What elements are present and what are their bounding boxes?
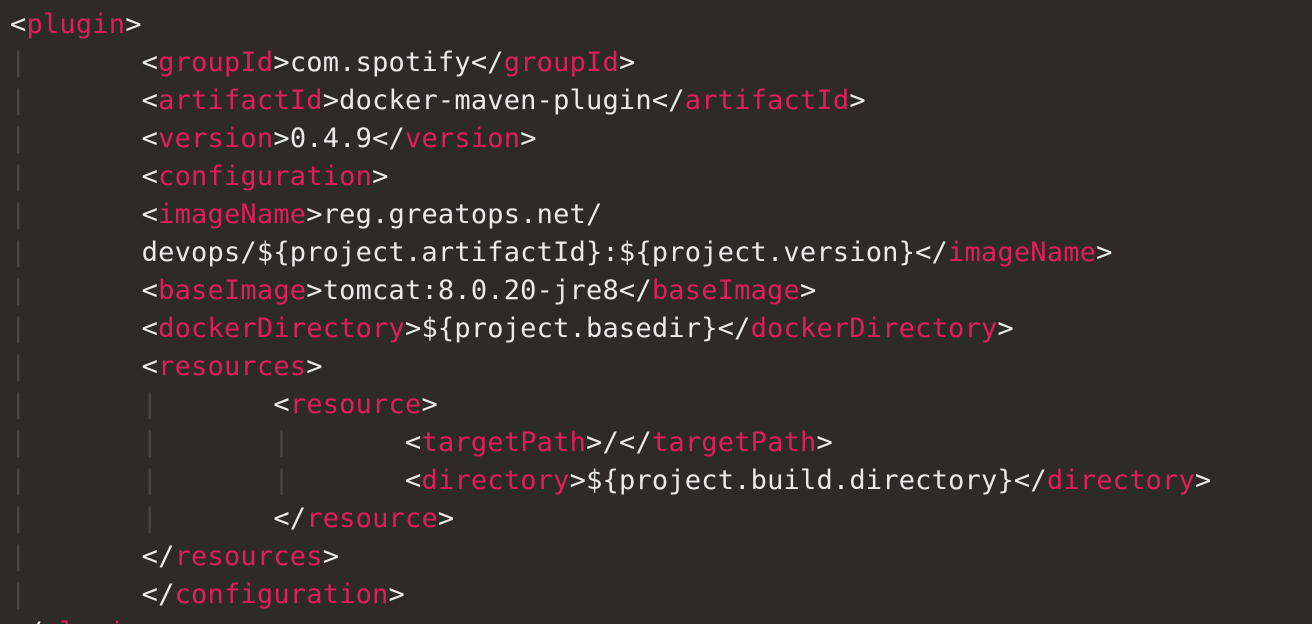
- code-block: <plugin> | <groupId>com.spotify</groupId…: [0, 0, 1312, 624]
- code-segment: >: [405, 313, 421, 344]
- code-line: | </configuration>: [10, 579, 405, 610]
- code-line: | | | <directory>${project.build.directo…: [10, 465, 1211, 496]
- code-line: | <version>0.4.9</version>: [10, 123, 537, 154]
- code-segment: >: [619, 47, 635, 78]
- code-segment: resource: [290, 389, 422, 420]
- code-segment: >: [142, 617, 158, 624]
- code-segment: >: [273, 47, 289, 78]
- code-segment: version: [158, 123, 273, 154]
- code-segment: imageName: [948, 237, 1096, 268]
- code-line: | <groupId>com.spotify</groupId>: [10, 47, 635, 78]
- code-segment: directory: [1047, 465, 1195, 496]
- code-segment: resources: [175, 541, 323, 572]
- code-segment: </: [142, 541, 175, 572]
- code-segment: plugin: [26, 9, 125, 40]
- code-segment: </: [142, 579, 175, 610]
- code-segment: 0.4.9: [290, 123, 372, 154]
- code-segment: dockerDirectory: [158, 313, 405, 344]
- code-segment: configuration: [158, 161, 372, 192]
- code-segment: <: [273, 389, 289, 420]
- code-segment: >: [323, 541, 339, 572]
- code-segment: >: [421, 389, 437, 420]
- code-segment: docker-maven-plugin: [339, 85, 652, 116]
- code-segment: </: [10, 617, 43, 624]
- code-segment: resource: [306, 503, 438, 534]
- code-segment: reg.greatops.net/: [323, 199, 603, 230]
- code-line: </plugin>: [10, 617, 158, 624]
- code-segment: >: [372, 161, 388, 192]
- code-line: | devops/${project.artifactId}:${project…: [10, 237, 1113, 268]
- code-line: <plugin>: [10, 9, 142, 40]
- code-segment: >: [1195, 465, 1211, 496]
- code-segment: <: [142, 47, 158, 78]
- code-segment: ${project.build.directory}: [586, 465, 1014, 496]
- code-segment: <: [142, 275, 158, 306]
- code-segment: dockerDirectory: [751, 313, 998, 344]
- code-segment: </: [718, 313, 751, 344]
- code-line: | </resources>: [10, 541, 339, 572]
- code-segment: plugin: [43, 617, 142, 624]
- code-segment: <: [142, 313, 158, 344]
- code-segment: <: [142, 199, 158, 230]
- code-segment: <: [142, 85, 158, 116]
- code-segment: devops/${project.artifactId}:${project.v…: [142, 237, 915, 268]
- code-segment: targetPath: [421, 427, 586, 458]
- code-line: | | | <targetPath>/</targetPath>: [10, 427, 833, 458]
- code-segment: >: [273, 123, 289, 154]
- code-line: | <resources>: [10, 351, 323, 382]
- code-segment: </: [1014, 465, 1047, 496]
- code-segment: >: [816, 427, 832, 458]
- code-segment: tomcat:8.0.20-jre8: [323, 275, 619, 306]
- code-segment: >: [1096, 237, 1112, 268]
- code-segment: <: [142, 351, 158, 382]
- code-segment: </: [471, 47, 504, 78]
- code-segment: >: [438, 503, 454, 534]
- code-segment: >: [389, 579, 405, 610]
- code-segment: >: [125, 9, 141, 40]
- code-line: | | </resource>: [10, 503, 454, 534]
- code-segment: baseImage: [158, 275, 306, 306]
- code-line: | | <resource>: [10, 389, 438, 420]
- code-segment: >: [306, 351, 322, 382]
- code-segment: <: [10, 9, 26, 40]
- code-segment: </: [652, 85, 685, 116]
- code-segment: directory: [421, 465, 569, 496]
- code-segment: </: [915, 237, 948, 268]
- code-line: | <artifactId>docker-maven-plugin</artif…: [10, 85, 866, 116]
- code-line: | <baseImage>tomcat:8.0.20-jre8</baseIma…: [10, 275, 816, 306]
- code-segment: ${project.basedir}: [421, 313, 717, 344]
- code-segment: artifactId: [158, 85, 323, 116]
- code-segment: baseImage: [652, 275, 800, 306]
- code-segment: targetPath: [652, 427, 817, 458]
- code-segment: </: [372, 123, 405, 154]
- code-segment: >: [570, 465, 586, 496]
- code-segment: >: [997, 313, 1013, 344]
- code-segment: <: [142, 161, 158, 192]
- code-segment: com.spotify: [290, 47, 471, 78]
- code-segment: artifactId: [685, 85, 850, 116]
- code-segment: >: [800, 275, 816, 306]
- code-line: | <imageName>reg.greatops.net/: [10, 199, 602, 230]
- code-segment: version: [405, 123, 520, 154]
- code-segment: /: [603, 427, 619, 458]
- code-segment: </: [619, 275, 652, 306]
- code-segment: >: [306, 199, 322, 230]
- code-segment: resources: [158, 351, 306, 382]
- code-segment: <: [405, 465, 421, 496]
- code-segment: groupId: [158, 47, 273, 78]
- code-segment: </: [619, 427, 652, 458]
- code-segment: </: [273, 503, 306, 534]
- code-segment: >: [586, 427, 602, 458]
- code-segment: imageName: [158, 199, 306, 230]
- code-segment: <: [405, 427, 421, 458]
- code-segment: groupId: [504, 47, 619, 78]
- code-segment: >: [849, 85, 865, 116]
- code-line: | <configuration>: [10, 161, 389, 192]
- code-segment: <: [142, 123, 158, 154]
- code-segment: configuration: [175, 579, 389, 610]
- code-segment: >: [520, 123, 536, 154]
- code-segment: >: [323, 85, 339, 116]
- code-line: | <dockerDirectory>${project.basedir}</d…: [10, 313, 1014, 344]
- code-segment: >: [306, 275, 322, 306]
